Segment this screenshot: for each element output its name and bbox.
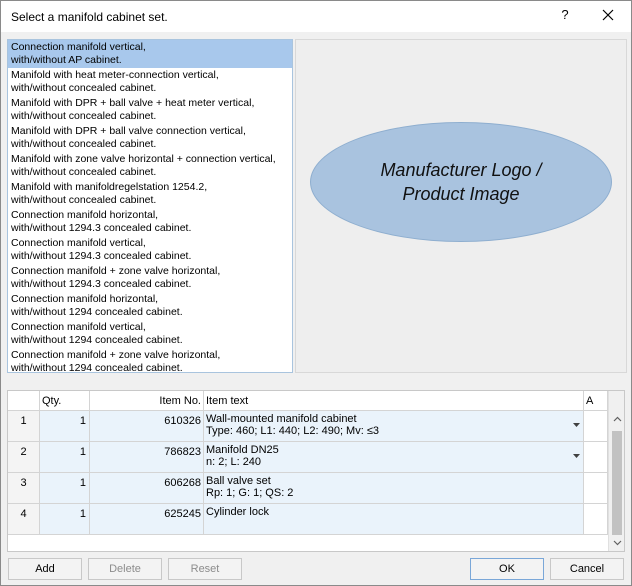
grid-header: Qty. Item No. Item text A [8, 391, 608, 411]
list-item-line2: with/without concealed cabinet. [11, 81, 157, 94]
grid-vertical-scrollbar[interactable] [608, 391, 624, 551]
list-item-line1: Manifold with zone valve horizontal + co… [11, 153, 276, 165]
item-text-line2: Rp: 1; G: 1; QS: 2 [206, 487, 294, 499]
header-qty[interactable]: Qty. [40, 391, 90, 410]
item-text-cell[interactable]: Ball valve set Rp: 1; G: 1; QS: 2 [204, 473, 584, 503]
list-item-line1: Connection manifold + zone valve horizon… [11, 349, 221, 361]
list-item-line1: Manifold with manifoldregelstation 1254.… [11, 181, 208, 193]
item-text-line1: Manifold DN25 [206, 444, 279, 456]
grid-row[interactable]: 4 1 625245 Cylinder lock [8, 504, 608, 535]
list-item-line1: Connection manifold horizontal, [11, 209, 159, 221]
cabinet-list-item[interactable]: Manifold with DPR + ball valve + heat me… [8, 96, 292, 124]
item-no-cell[interactable]: 610326 [90, 411, 204, 441]
list-item-line2: with/without 1294 concealed cabinet. [11, 305, 183, 318]
list-item-line1: Manifold with DPR + ball valve connectio… [11, 125, 246, 137]
cabinet-list-item[interactable]: Connection manifold horizontal, with/with… [8, 292, 292, 320]
list-item-line1: Connection manifold vertical, [11, 237, 146, 249]
item-no-cell[interactable]: 606268 [90, 473, 204, 503]
logo-text-line1: Manufacturer Logo / [380, 160, 542, 180]
manifold-cabinet-dialog: Select a manifold cabinet set. ? Connect… [0, 0, 632, 586]
list-item-line2: with/without 1294.3 concealed cabinet. [11, 249, 192, 262]
list-item-line2: with/without 1294 concealed cabinet. [11, 333, 183, 346]
delete-button[interactable]: Delete [88, 558, 162, 580]
scrollbar-thumb[interactable] [612, 431, 622, 535]
qty-cell[interactable]: 1 [40, 473, 90, 503]
cabinet-list-item[interactable]: Manifold with zone valve horizontal + co… [8, 152, 292, 180]
row-number: 4 [8, 504, 40, 534]
list-item-line1: Connection manifold + zone valve horizon… [11, 265, 221, 277]
item-no-cell[interactable]: 786823 [90, 442, 204, 472]
list-item-line1: Connection manifold vertical, [11, 41, 146, 53]
chevron-down-icon [613, 540, 622, 546]
item-text-line1: Ball valve set [206, 475, 271, 487]
cabinet-list-item[interactable]: Manifold with heat meter-connection vert… [8, 68, 292, 96]
close-button[interactable] [597, 6, 619, 26]
list-item-line1: Manifold with heat meter-connection vert… [11, 69, 219, 81]
item-text-cell[interactable]: Wall-mounted manifold cabinet Type: 460; … [204, 411, 584, 441]
list-item-line2: with/without 1294 concealed cabinet. [11, 361, 183, 373]
logo-text-line2: Product Image [402, 184, 520, 204]
list-item-line2: with/without concealed cabinet. [11, 137, 157, 150]
cabinet-list-item[interactable]: Manifold with manifoldregelstation 1254.… [8, 180, 292, 208]
cabinet-set-list[interactable]: Connection manifold vertical, with/withou… [7, 39, 293, 373]
add-button[interactable]: Add [8, 558, 82, 580]
item-text-cell[interactable]: Manifold DN25 n: 2; L: 240 [204, 442, 584, 472]
a-cell[interactable] [584, 411, 608, 441]
items-grid[interactable]: Qty. Item No. Item text A 1 1 610326 Wall-m… [7, 390, 625, 552]
scroll-down-button[interactable] [609, 534, 624, 551]
grid-row[interactable]: 3 1 606268 Ball valve set Rp: 1; G: 1; QS: 2 [8, 473, 608, 504]
manufacturer-logo-placeholder: Manufacturer Logo / Product Image [310, 122, 612, 242]
title-bar: Select a manifold cabinet set. ? [1, 1, 631, 32]
reset-button[interactable]: Reset [168, 558, 242, 580]
item-text-line1: Cylinder lock [206, 506, 269, 518]
help-button[interactable]: ? [557, 7, 573, 25]
close-icon [602, 9, 614, 21]
list-item-line1: Connection manifold horizontal, [11, 293, 159, 305]
dropdown-arrow-icon[interactable] [573, 454, 580, 459]
dropdown-arrow-icon[interactable] [573, 423, 580, 428]
list-item-line2: with/without concealed cabinet. [11, 165, 157, 178]
a-cell[interactable] [584, 473, 608, 503]
cabinet-list-item[interactable]: Connection manifold + zone valve horizon… [8, 348, 292, 373]
cabinet-list-item[interactable]: Connection manifold vertical, with/withou… [8, 40, 292, 68]
list-item-line1: Connection manifold vertical, [11, 321, 146, 333]
cabinet-list-item[interactable]: Connection manifold + zone valve horizon… [8, 264, 292, 292]
list-item-line2: with/without concealed cabinet. [11, 109, 157, 122]
list-item-line2: with/without 1294.3 concealed cabinet. [11, 277, 192, 290]
cabinet-list-item[interactable]: Manifold with DPR + ball valve connectio… [8, 124, 292, 152]
list-item-line1: Manifold with DPR + ball valve + heat me… [11, 97, 255, 109]
a-cell[interactable] [584, 504, 608, 534]
qty-cell[interactable]: 1 [40, 504, 90, 534]
item-no-cell[interactable]: 625245 [90, 504, 204, 534]
product-image-panel: Manufacturer Logo / Product Image [295, 39, 627, 373]
item-text-cell[interactable]: Cylinder lock [204, 504, 584, 534]
list-item-line2: with/without AP cabinet. [11, 53, 122, 66]
cabinet-list-item[interactable]: Connection manifold vertical, with/withou… [8, 236, 292, 264]
chevron-up-icon [613, 416, 622, 422]
item-text-line1: Wall-mounted manifold cabinet [206, 413, 357, 425]
ok-button[interactable]: OK [470, 558, 544, 580]
header-item-text[interactable]: Item text [204, 391, 584, 410]
grid-row[interactable]: 1 1 610326 Wall-mounted manifold cabinet Typ… [8, 411, 608, 442]
item-text-line2: n: 2; L: 240 [206, 456, 262, 468]
item-text-line2: Type: 460; L1: 440; L2: 490; Mv: ≤3 [206, 425, 379, 437]
cabinet-list-item[interactable]: Connection manifold vertical, with/withou… [8, 320, 292, 348]
scroll-up-button[interactable] [609, 411, 624, 428]
a-cell[interactable] [584, 442, 608, 472]
row-number: 2 [8, 442, 40, 472]
cancel-button[interactable]: Cancel [550, 558, 624, 580]
header-row-number [8, 391, 40, 410]
list-item-line2: with/without 1294.3 concealed cabinet. [11, 221, 192, 234]
header-item-no[interactable]: Item No. [90, 391, 204, 410]
header-a[interactable]: A [584, 391, 608, 410]
list-item-line2: with/without concealed cabinet. [11, 193, 157, 206]
row-number: 3 [8, 473, 40, 503]
row-number: 1 [8, 411, 40, 441]
qty-cell[interactable]: 1 [40, 411, 90, 441]
qty-cell[interactable]: 1 [40, 442, 90, 472]
dialog-title: Select a manifold cabinet set. [11, 10, 168, 24]
cabinet-list-item[interactable]: Connection manifold horizontal, with/with… [8, 208, 292, 236]
grid-row[interactable]: 2 1 786823 Manifold DN25 n: 2; L: 240 [8, 442, 608, 473]
